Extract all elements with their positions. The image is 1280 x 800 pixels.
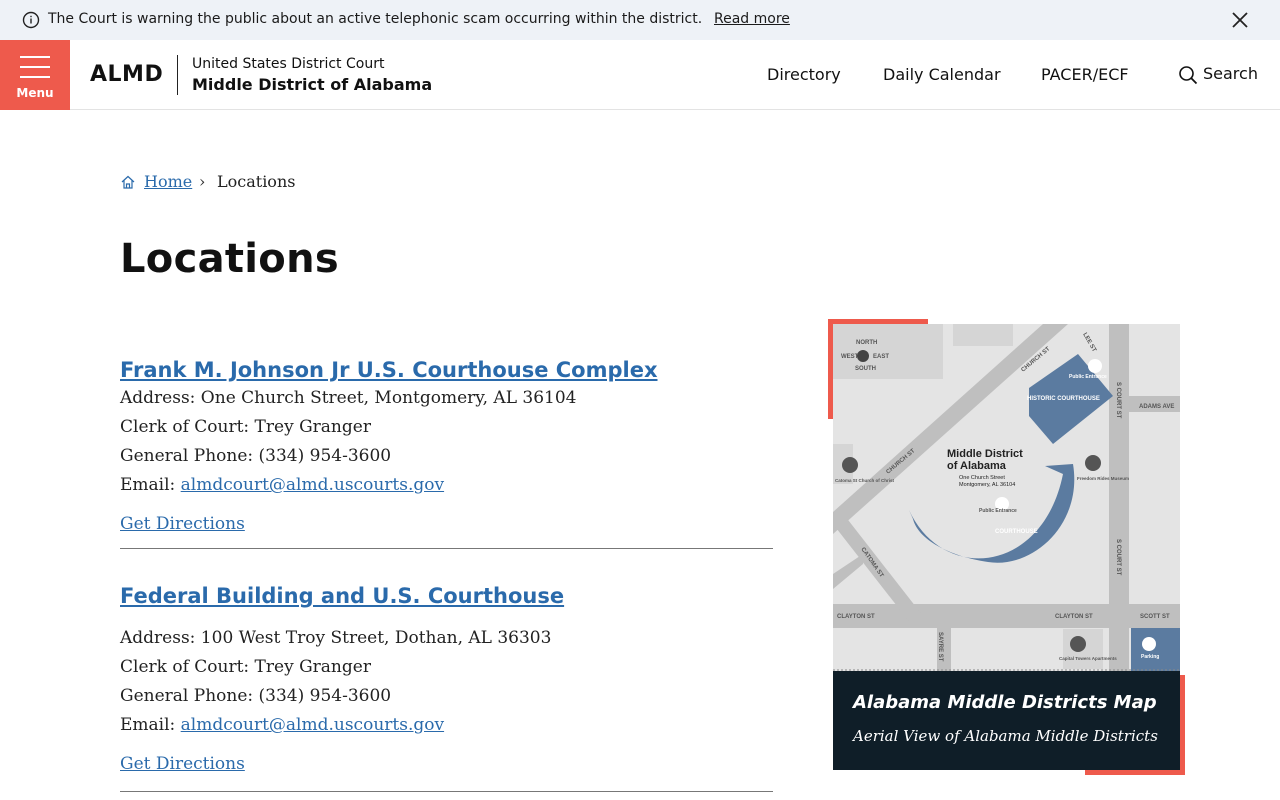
site-header: Menu ALMD United States District Court M… [0,40,1280,110]
map-label-public-entrance: Public Entrance [979,508,1017,514]
nav-pacer-ecf[interactable]: PACER/ECF [1041,65,1129,84]
location-email-row: Email: almdcourt@almd.uscourts.gov [120,471,773,500]
home-icon [121,175,135,189]
location-email-link[interactable]: almdcourt@almd.uscourts.gov [181,715,444,735]
location-phone: General Phone: (334) 954-3600 [120,446,392,466]
logo-district-name[interactable]: Middle District of Alabama [192,75,432,94]
map-label-courthouse: COURTHOUSE [995,529,1038,535]
location-email-link[interactable]: almdcourt@almd.uscourts.gov [181,475,444,495]
nav-daily-calendar[interactable]: Daily Calendar [883,65,1001,84]
map-label-court-st: S COURT ST [1115,382,1121,419]
search-button[interactable]: Search [1203,64,1258,83]
accent-bar [1180,675,1185,775]
info-icon [22,11,40,29]
search-icon[interactable] [1178,65,1198,85]
location-name-link[interactable]: Federal Building and U.S. Courthouse [120,584,773,608]
chevron-right-icon: › [199,172,206,191]
map-label-museum: Freedom Rides Museum [1077,476,1129,481]
alert-read-more-link[interactable]: Read more [714,11,790,27]
logo-divider [177,55,178,95]
location-clerk: Clerk of Court: Trey Granger [120,657,371,677]
location-card: Federal Building and U.S. Courthouse Add… [120,584,773,792]
page-title: Locations [120,236,339,282]
breadcrumb-home-link[interactable]: Home [144,172,192,191]
map-label-west: WEST [841,354,859,360]
logo-court-name[interactable]: United States District Court [192,56,384,72]
map-label-scott-st: SCOTT ST [1140,614,1170,620]
location-name-link[interactable]: Frank M. Johnson Jr U.S. Courthouse Comp… [120,358,773,382]
location-address: Address: One Church Street, Montgomery, … [120,388,577,408]
hamburger-icon [20,56,50,58]
map-label-church: Catoma St Church of Christ [835,478,895,483]
email-label: Email: [120,475,181,495]
location-phone: General Phone: (334) 954-3600 [120,686,392,706]
menu-button[interactable]: Menu [0,40,70,110]
menu-label: Menu [16,86,54,100]
accent-bar [1085,770,1185,775]
map-label-north: NORTH [856,340,877,346]
map-district-address: Montgomery, AL 36104 [959,482,1015,488]
map-label-clayton-st: CLAYTON ST [1055,614,1093,620]
location-address: Address: 100 West Troy Street, Dothan, A… [120,628,552,648]
map-label-apartments: Capital Towers Apartments [1059,656,1117,661]
logo-abbreviation[interactable]: ALMD [90,62,163,87]
map-label-public-entrance: Public Entrance [1069,374,1107,380]
map-caption-subtitle: Aerial View of Alabama Middle Districts [853,727,1158,745]
hamburger-icon-bar [20,66,50,68]
map-label-court-st: S COURT ST [1115,539,1121,576]
map-district-title: Middle District [947,448,1023,460]
get-directions-link[interactable]: Get Directions [120,514,773,534]
map-label-south: SOUTH [855,366,876,372]
map-district-address: One Church Street [959,475,1005,481]
map-label-sayre-st: SAYRE ST [937,632,943,662]
map-label-clayton-st: CLAYTON ST [837,614,875,620]
map-district-title: of Alabama [947,460,1007,472]
location-clerk: Clerk of Court: Trey Granger [120,417,371,437]
nav-directory[interactable]: Directory [767,65,841,84]
map-label-adams-ave: ADAMS AVE [1139,404,1174,410]
map-caption: Alabama Middle Districts Map Aerial View… [833,671,1180,770]
alert-banner: The Court is warning the public about an… [0,0,1280,40]
map-label-historic: HISTORIC COURTHOUSE [1027,396,1100,402]
map-caption-title: Alabama Middle Districts Map [853,692,1157,713]
location-card: Frank M. Johnson Jr U.S. Courthouse Comp… [120,358,773,549]
alert-message: The Court is warning the public about an… [48,11,703,27]
close-icon[interactable] [1230,10,1250,30]
map-label-parking: Parking [1141,654,1159,660]
location-email-row: Email: almdcourt@almd.uscourts.gov [120,711,773,740]
get-directions-link[interactable]: Get Directions [120,754,773,774]
breadcrumb-current: Locations [217,172,296,191]
email-label: Email: [120,715,181,735]
district-map[interactable]: NORTH SOUTH WEST EAST CHURCH ST CHURCH S… [833,324,1180,671]
hamburger-icon-bar [20,76,50,78]
map-label-east: EAST [873,354,889,360]
